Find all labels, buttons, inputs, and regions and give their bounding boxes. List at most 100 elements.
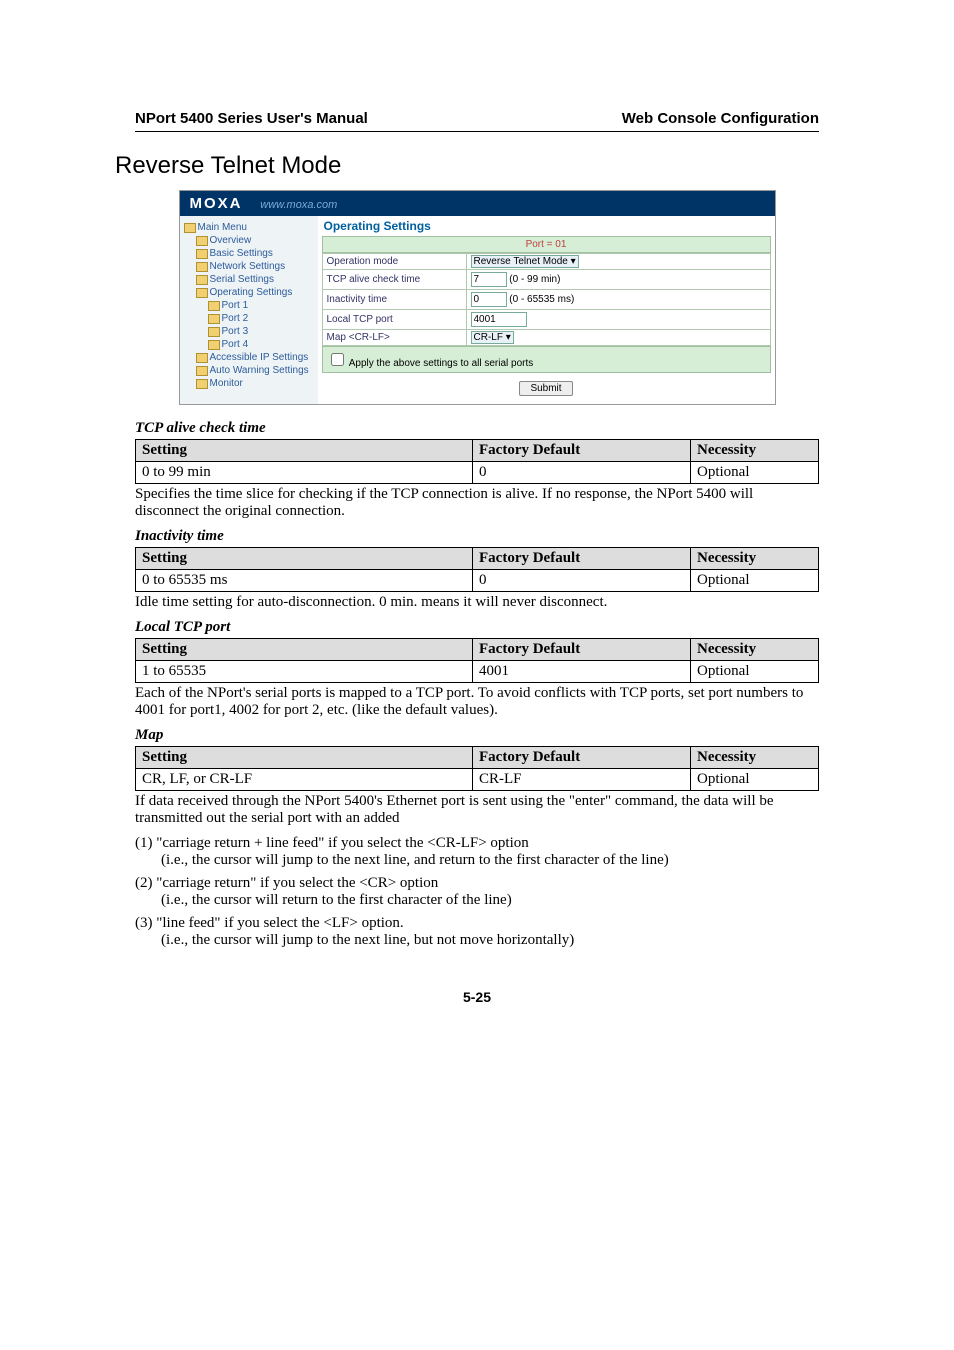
select-value: Reverse Telnet Mode — [474, 256, 568, 267]
param-table: SettingFactory DefaultNecessityCR, LF, o… — [135, 746, 819, 791]
folder-icon — [196, 366, 208, 376]
nav-label: Port 2 — [222, 313, 249, 324]
port-indicator: Port = 01 — [322, 236, 771, 253]
nav-label: Port 1 — [222, 300, 249, 311]
nav-port-2[interactable]: Port 2 — [208, 312, 314, 325]
operation-mode-select[interactable]: Reverse Telnet Mode ▾ — [471, 255, 579, 268]
col-default: Factory Default — [473, 548, 691, 570]
nav-operating-settings[interactable]: Operating Settings — [196, 286, 314, 299]
apply-all-checkbox[interactable] — [331, 353, 344, 366]
enum-sub: (i.e., the cursor will return to the fir… — [161, 892, 819, 909]
nav-serial-settings[interactable]: Serial Settings — [196, 273, 314, 286]
folder-icon — [196, 379, 208, 389]
cell-setting: 1 to 65535 — [136, 661, 473, 683]
col-default: Factory Default — [473, 440, 691, 462]
nav-accessible-ip[interactable]: Accessible IP Settings — [196, 351, 314, 364]
screenshot-main: Operating Settings Port = 01 Operation m… — [318, 216, 775, 404]
param-title: Inactivity time — [135, 528, 819, 545]
cell-necessity: Optional — [691, 570, 819, 592]
folder-icon — [196, 353, 208, 363]
screenshot-header: MOXA www.moxa.com — [180, 191, 775, 216]
nav-port-3[interactable]: Port 3 — [208, 325, 314, 338]
col-setting: Setting — [136, 639, 473, 661]
row-label: Local TCP port — [322, 310, 466, 330]
header-rule — [135, 131, 819, 132]
cell-default: 4001 — [473, 661, 691, 683]
local-tcp-input[interactable] — [471, 312, 527, 327]
nav-auto-warning[interactable]: Auto Warning Settings — [196, 364, 314, 377]
nav-monitor[interactable]: Monitor — [196, 377, 314, 390]
select-value: CR-LF — [474, 332, 503, 343]
col-default: Factory Default — [473, 639, 691, 661]
folder-icon — [208, 327, 220, 337]
folder-icon — [196, 249, 208, 259]
col-necessity: Necessity — [691, 639, 819, 661]
screenshot: MOXA www.moxa.com Main Menu Overview Bas… — [179, 190, 776, 405]
col-setting: Setting — [136, 548, 473, 570]
nav-label: Accessible IP Settings — [210, 352, 309, 363]
map-crlf-select[interactable]: CR-LF ▾ — [471, 331, 514, 344]
brand-url: www.moxa.com — [260, 199, 337, 211]
folder-icon — [184, 223, 196, 233]
col-setting: Setting — [136, 747, 473, 769]
col-necessity: Necessity — [691, 440, 819, 462]
nav-label: Overview — [210, 235, 252, 246]
enum-item: (2) "carriage return" if you select the … — [135, 875, 819, 892]
folder-icon — [196, 288, 208, 298]
nav-label: Basic Settings — [210, 248, 273, 259]
enum-sub: (i.e., the cursor will jump to the next … — [161, 932, 819, 949]
col-setting: Setting — [136, 440, 473, 462]
nav-label: Network Settings — [210, 261, 286, 272]
settings-table: Operation mode Reverse Telnet Mode ▾ TCP … — [322, 253, 771, 346]
page-number: 5-25 — [135, 989, 819, 1005]
folder-icon — [208, 301, 220, 311]
section-title: Reverse Telnet Mode — [115, 152, 819, 180]
nav-label: Serial Settings — [210, 274, 274, 285]
param-title: TCP alive check time — [135, 420, 819, 437]
nav-main-menu[interactable]: Main Menu — [184, 221, 314, 234]
param-table: SettingFactory DefaultNecessity 0 to 99 m… — [135, 439, 819, 484]
param-desc: Each of the NPort's serial ports is mapp… — [135, 685, 819, 719]
cell-necessity: Optional — [691, 769, 819, 791]
nav-label: Monitor — [210, 378, 243, 389]
nav-network-settings[interactable]: Network Settings — [196, 260, 314, 273]
cell-default: CR-LF — [473, 769, 691, 791]
nav-overview[interactable]: Overview — [196, 234, 314, 247]
nav-label: Port 4 — [222, 339, 249, 350]
row-label: Operation mode — [322, 254, 466, 270]
nav-port-4[interactable]: Port 4 — [208, 338, 314, 351]
nav-label: Main Menu — [198, 222, 247, 233]
folder-icon — [196, 236, 208, 246]
param-table: SettingFactory DefaultNecessity 1 to 6553… — [135, 638, 819, 683]
chevron-down-icon: ▾ — [571, 256, 576, 267]
enum-sub: (i.e., the cursor will jump to the next … — [161, 852, 819, 869]
header-left: NPort 5400 Series User's Manual — [135, 110, 368, 127]
folder-icon — [208, 314, 220, 324]
submit-button[interactable]: Submit — [519, 381, 572, 396]
folder-icon — [196, 262, 208, 272]
col-default: Factory Default — [473, 747, 691, 769]
cell-setting: 0 to 65535 ms — [136, 570, 473, 592]
input-suffix: (0 - 65535 ms) — [509, 294, 574, 305]
col-necessity: Necessity — [691, 747, 819, 769]
apply-all-row: Apply the above settings to all serial p… — [322, 346, 771, 373]
cell-necessity: Optional — [691, 661, 819, 683]
tcp-alive-input[interactable] — [471, 272, 507, 287]
inactivity-input[interactable] — [471, 292, 507, 307]
nav-port-1[interactable]: Port 1 — [208, 299, 314, 312]
row-label: TCP alive check time — [322, 270, 466, 290]
nav-basic-settings[interactable]: Basic Settings — [196, 247, 314, 260]
cell-setting: 0 to 99 min — [136, 462, 473, 484]
cell-default: 0 — [473, 462, 691, 484]
param-table: SettingFactory DefaultNecessity0 to 6553… — [135, 547, 819, 592]
cell-default: 0 — [473, 570, 691, 592]
screenshot-main-title: Operating Settings — [318, 216, 775, 236]
brand-logo: MOXA — [190, 195, 243, 212]
input-suffix: (0 - 99 min) — [509, 274, 560, 285]
param-title: Local TCP port — [135, 619, 819, 636]
folder-icon — [196, 275, 208, 285]
nav-label: Port 3 — [222, 326, 249, 337]
row-label: Inactivity time — [322, 290, 466, 310]
cell-necessity: Optional — [691, 462, 819, 484]
sidebar: Main Menu Overview Basic Settings Networ… — [180, 216, 318, 404]
